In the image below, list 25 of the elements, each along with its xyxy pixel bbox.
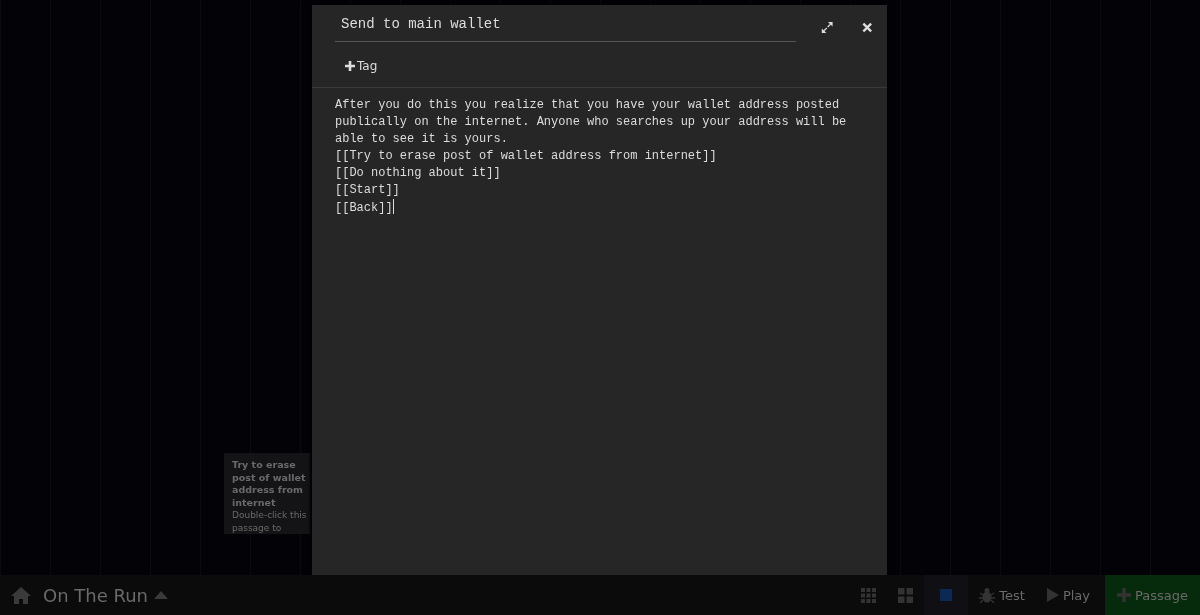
highlight-button[interactable] [924,575,969,615]
passage-name-field[interactable]: Send to main wallet [335,12,797,42]
passage-card[interactable]: Try to erase post of wallet address from internet Double-click this passage to [224,453,310,534]
add-tag-button[interactable]: Tag [343,57,380,75]
home-icon[interactable] [11,586,31,604]
plus-icon [1117,588,1131,602]
caret-icon [154,591,168,599]
passage-title: Try to erase post of wallet address from internet [232,459,306,509]
tiles-icon [898,587,914,603]
bug-icon [979,587,996,603]
text-cursor [392,199,394,214]
text-line: [[Try to erase post of wallet address from internet]] [335,148,718,165]
square-icon [940,589,953,601]
story-title-menu[interactable]: On The Run [43,584,168,606]
maximize-icon[interactable] [820,19,835,35]
close-icon[interactable] [860,20,873,34]
passage-hint: Double-click this passage to [232,509,308,534]
text-line: [[Start]] [335,182,401,199]
play-icon [1046,588,1059,602]
grid-icon [861,587,877,603]
text-line: [[Back]] [335,199,395,217]
text-line: [[Do nothing about it]] [335,165,502,182]
new-passage-button[interactable]: Passage [1105,575,1200,615]
text-line: After you do this you realize that you have your wallet address posted publically on the internet. Anyone who searches up your address will be able to see it is yours. [335,97,848,148]
plus-icon [345,61,355,71]
